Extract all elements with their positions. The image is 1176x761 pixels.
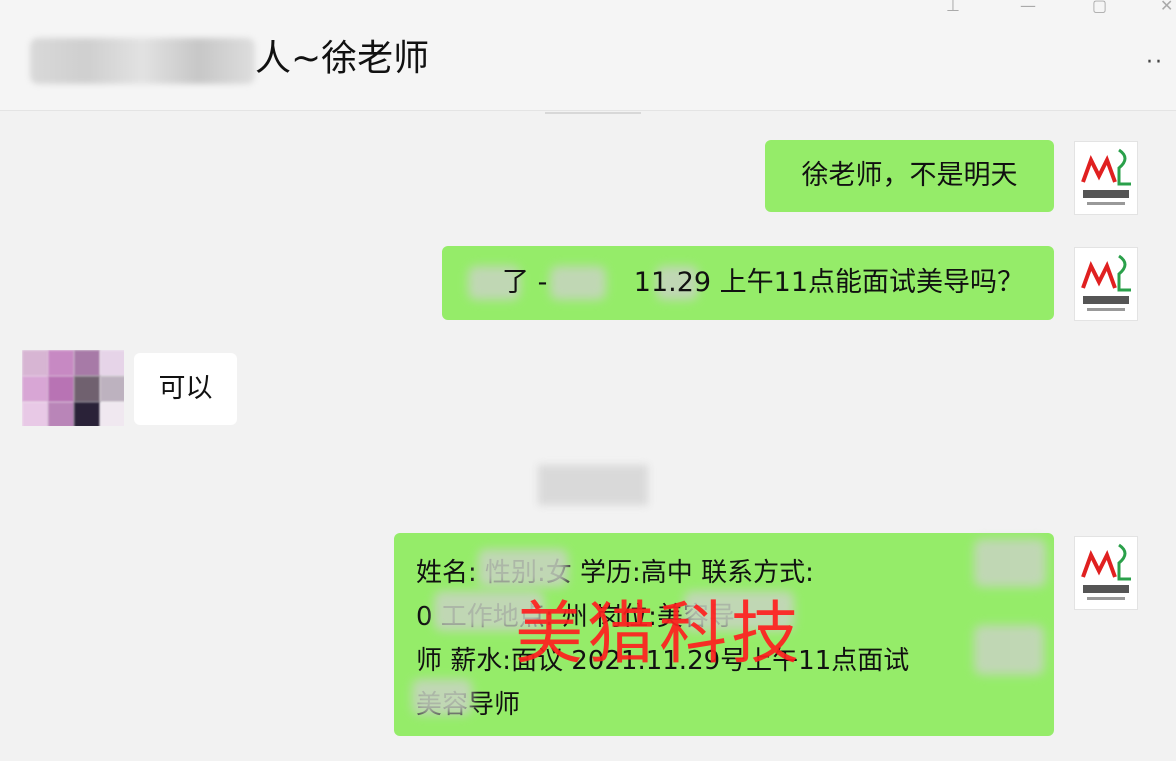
more-options-icon[interactable]: ·· <box>1146 50 1164 75</box>
avatar-contact[interactable] <box>22 350 124 426</box>
redacted-blur <box>974 539 1046 587</box>
chat-title: 人~徐老师 <box>255 38 430 79</box>
redacted-blur <box>550 266 606 300</box>
ml-logo-icon <box>1081 148 1131 205</box>
message-text: 11.29 上午11点能面试美导吗？ <box>633 267 1024 298</box>
maximize-icon[interactable]: ▢ <box>1092 0 1107 15</box>
chat-header: ⊥ — ▢ ✕ 人~徐老师 ·· <box>0 0 1176 111</box>
message-text: 徐老师，不是明天 <box>801 160 1018 191</box>
pin-icon[interactable]: ⊥ <box>946 0 960 15</box>
ml-logo-icon <box>1081 254 1131 311</box>
avatar[interactable] <box>1074 247 1138 321</box>
close-icon[interactable]: ✕ <box>1160 0 1173 15</box>
avatar[interactable] <box>1074 141 1138 215</box>
message-line: 美容导师 <box>416 683 1038 727</box>
watermark: 美猎科技 <box>515 595 804 674</box>
minimize-icon[interactable]: — <box>1020 0 1036 15</box>
title-redacted <box>30 38 255 84</box>
header-divider <box>545 112 641 114</box>
avatar[interactable] <box>1074 536 1138 610</box>
redacted-blur <box>974 625 1044 675</box>
ml-logo-icon <box>1081 543 1131 600</box>
timestamp-redacted <box>538 465 648 505</box>
message-bubble-received[interactable]: 可以 <box>134 353 237 425</box>
redacted-blur <box>412 679 472 715</box>
message-text: 可以 <box>158 373 213 404</box>
message-bubble-sent[interactable]: 徐老师，不是明天 <box>765 140 1054 212</box>
message-bubble-sent[interactable]: 了 - 11.29 上午11点能面试美导吗？ <box>442 246 1054 320</box>
message-text-prefix: 了 - <box>502 267 548 298</box>
